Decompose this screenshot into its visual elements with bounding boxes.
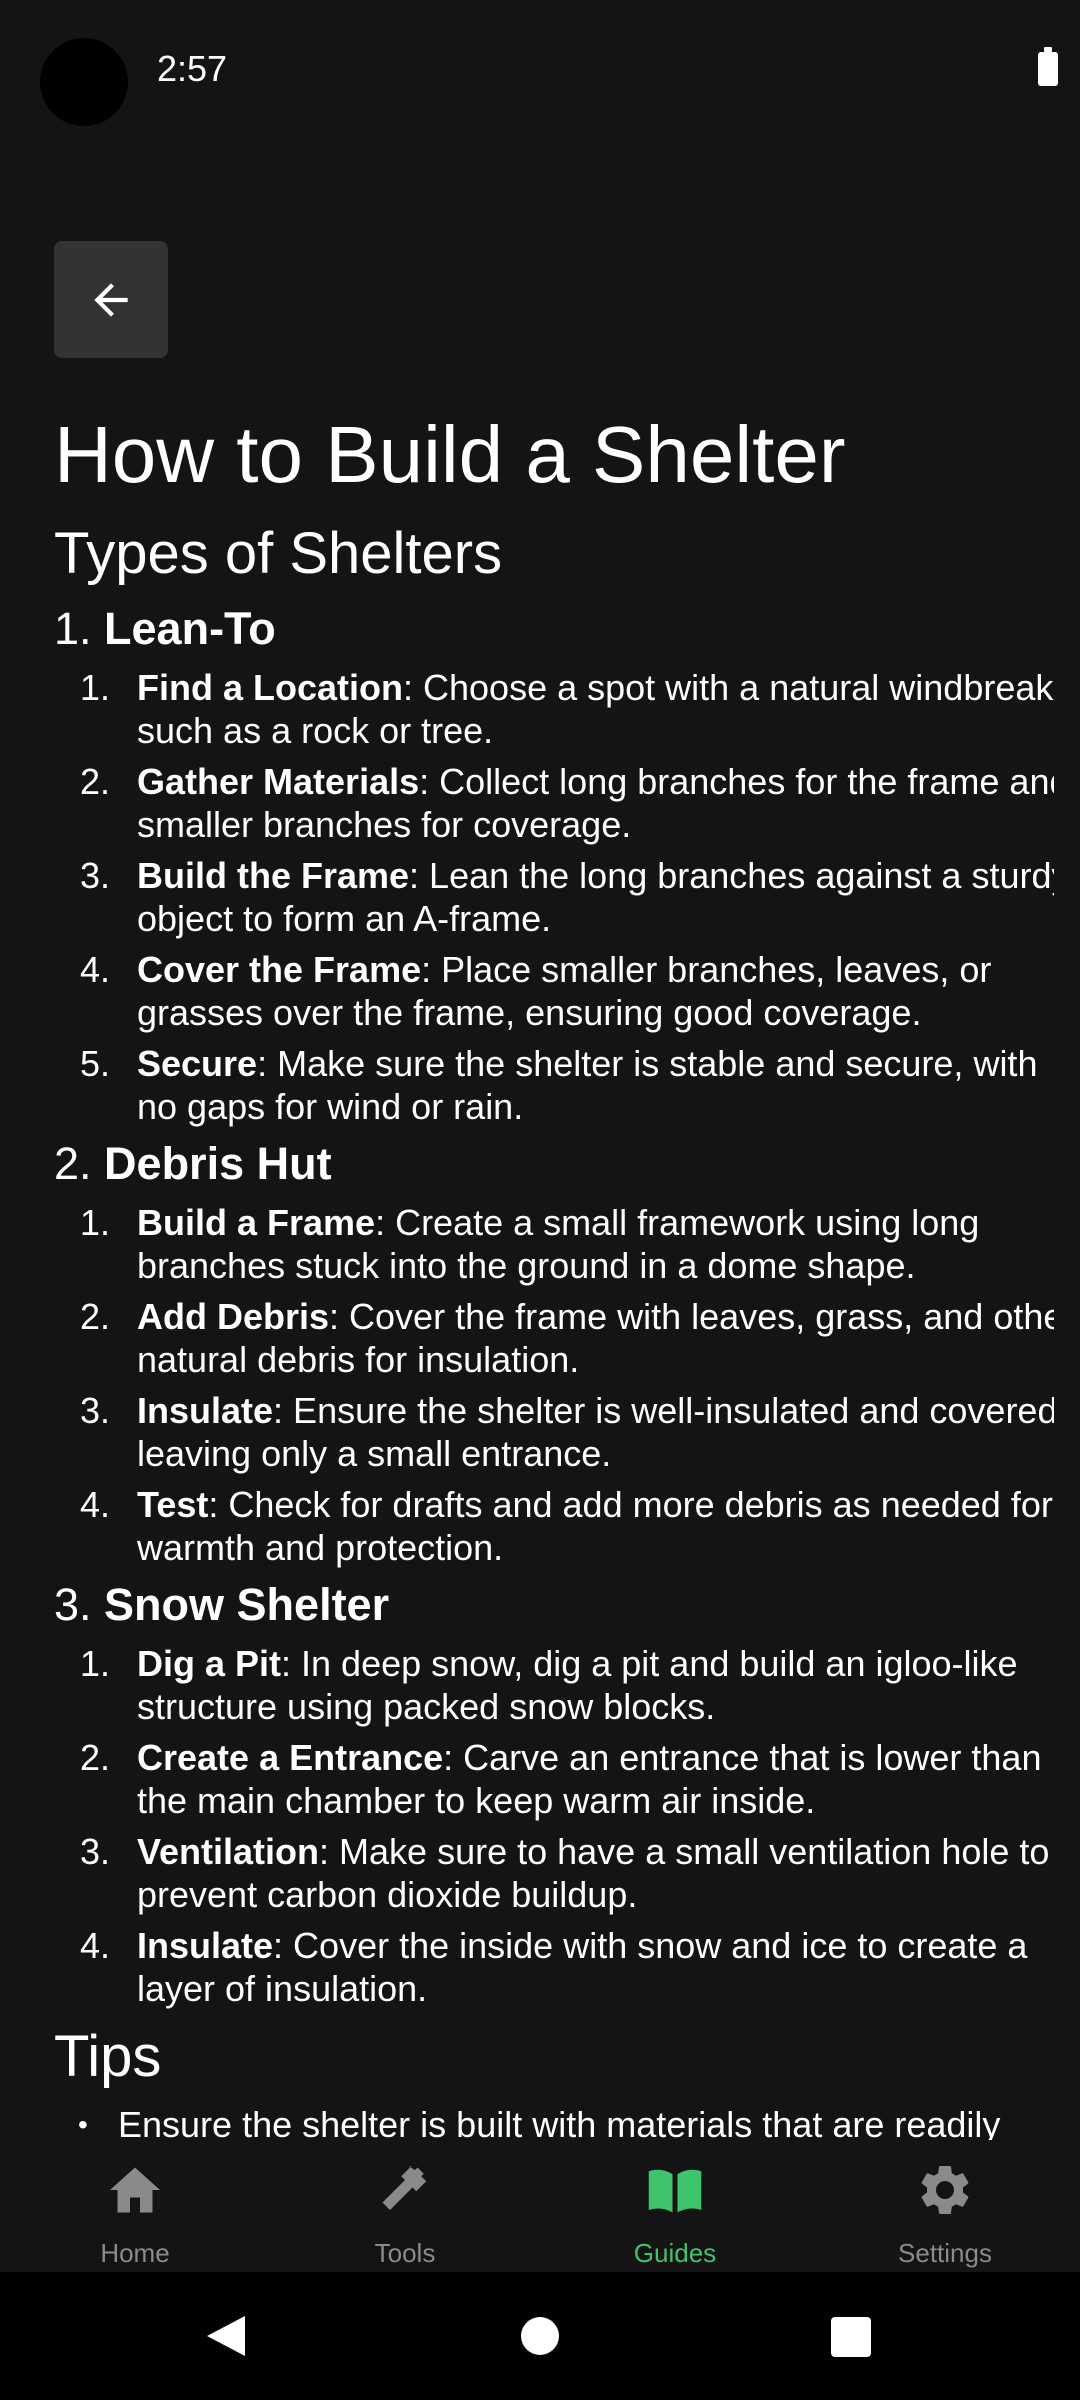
bottom-nav: Home Tools Guides Settings bbox=[0, 2140, 1080, 2272]
step-number: 4. bbox=[80, 1484, 111, 1525]
tip-text: Ensure the shelter is built with materia… bbox=[118, 2104, 1001, 2140]
page-title: How to Build a Shelter bbox=[54, 410, 846, 499]
shelter-number: 1. bbox=[54, 603, 92, 654]
step-number: 4. bbox=[80, 1925, 111, 1966]
nav-label: Home bbox=[100, 2238, 170, 2268]
home-icon bbox=[110, 2167, 160, 2213]
hammer-icon bbox=[382, 2166, 427, 2210]
step-title: Secure bbox=[137, 1043, 258, 1084]
bullet: • bbox=[78, 2109, 88, 2140]
guide-content[interactable]: How to Build a Shelter Types of Shelters… bbox=[54, 0, 1054, 2140]
step-title: Create a Entrance bbox=[137, 1737, 444, 1778]
step-number: 1. bbox=[80, 1643, 111, 1684]
gear-icon bbox=[921, 2166, 969, 2214]
section-title-types: Types of Shelters bbox=[54, 521, 503, 586]
nav-label: Settings bbox=[898, 2238, 992, 2268]
step-title: Build a Frame bbox=[137, 1202, 376, 1243]
step-title: Cover the Frame bbox=[137, 949, 422, 990]
shelter-heading-debris-hut: 2. Debris Hut bbox=[54, 1137, 332, 1191]
step-text: : Make sure the shelter is stable and se… bbox=[137, 1043, 1038, 1127]
shelter-number: 3. bbox=[54, 1579, 92, 1630]
system-nav-bar bbox=[0, 2272, 1080, 2400]
step-text: : Check for drafts and add more debris a… bbox=[137, 1484, 1053, 1568]
step-title: Insulate bbox=[137, 1925, 274, 1966]
step-title: Ventilation bbox=[137, 1831, 320, 1872]
system-back-icon[interactable] bbox=[205, 2314, 247, 2358]
step-number: 1. bbox=[80, 1202, 111, 1243]
step-title: Build the Frame bbox=[137, 855, 410, 896]
nav-guides[interactable]: Guides bbox=[540, 2140, 810, 2272]
shelter-name: Debris Hut bbox=[104, 1138, 332, 1189]
step-number: 5. bbox=[80, 1043, 111, 1084]
step-number: 2. bbox=[80, 761, 111, 802]
shelter-number: 2. bbox=[54, 1138, 92, 1189]
step-number: 1. bbox=[80, 667, 111, 708]
step-title: Insulate bbox=[137, 1390, 274, 1431]
nav-home[interactable]: Home bbox=[0, 2140, 270, 2272]
section-title-tips: Tips bbox=[54, 2024, 162, 2089]
step-number: 2. bbox=[80, 1737, 111, 1778]
step-number: 3. bbox=[80, 855, 111, 896]
step-title: Add Debris bbox=[137, 1296, 330, 1337]
step-title: Gather Materials bbox=[137, 761, 420, 802]
step-number: 3. bbox=[80, 1831, 111, 1872]
nav-label: Guides bbox=[633, 2238, 717, 2268]
nav-settings[interactable]: Settings bbox=[810, 2140, 1080, 2272]
nav-label: Tools bbox=[374, 2238, 436, 2268]
step-number: 4. bbox=[80, 949, 111, 990]
book-icon bbox=[648, 2169, 702, 2213]
shelter-name: Lean-To bbox=[104, 603, 276, 654]
shelter-name: Snow Shelter bbox=[104, 1579, 390, 1630]
system-recents-icon[interactable] bbox=[831, 2317, 871, 2357]
shelter-heading-snow-shelter: 3. Snow Shelter bbox=[54, 1578, 389, 1632]
nav-tools[interactable]: Tools bbox=[270, 2140, 540, 2272]
step-title: Dig a Pit bbox=[137, 1643, 282, 1684]
shelter-heading-lean-to: 1. Lean-To bbox=[54, 602, 276, 656]
system-home-icon[interactable] bbox=[521, 2317, 559, 2355]
step-title: Find a Location bbox=[137, 667, 403, 708]
step-text: : Ensure the shelter is well-insulated a… bbox=[137, 1390, 1054, 1474]
step-number: 3. bbox=[80, 1390, 111, 1431]
step-number: 2. bbox=[80, 1296, 111, 1337]
step-title: Test bbox=[137, 1484, 209, 1525]
